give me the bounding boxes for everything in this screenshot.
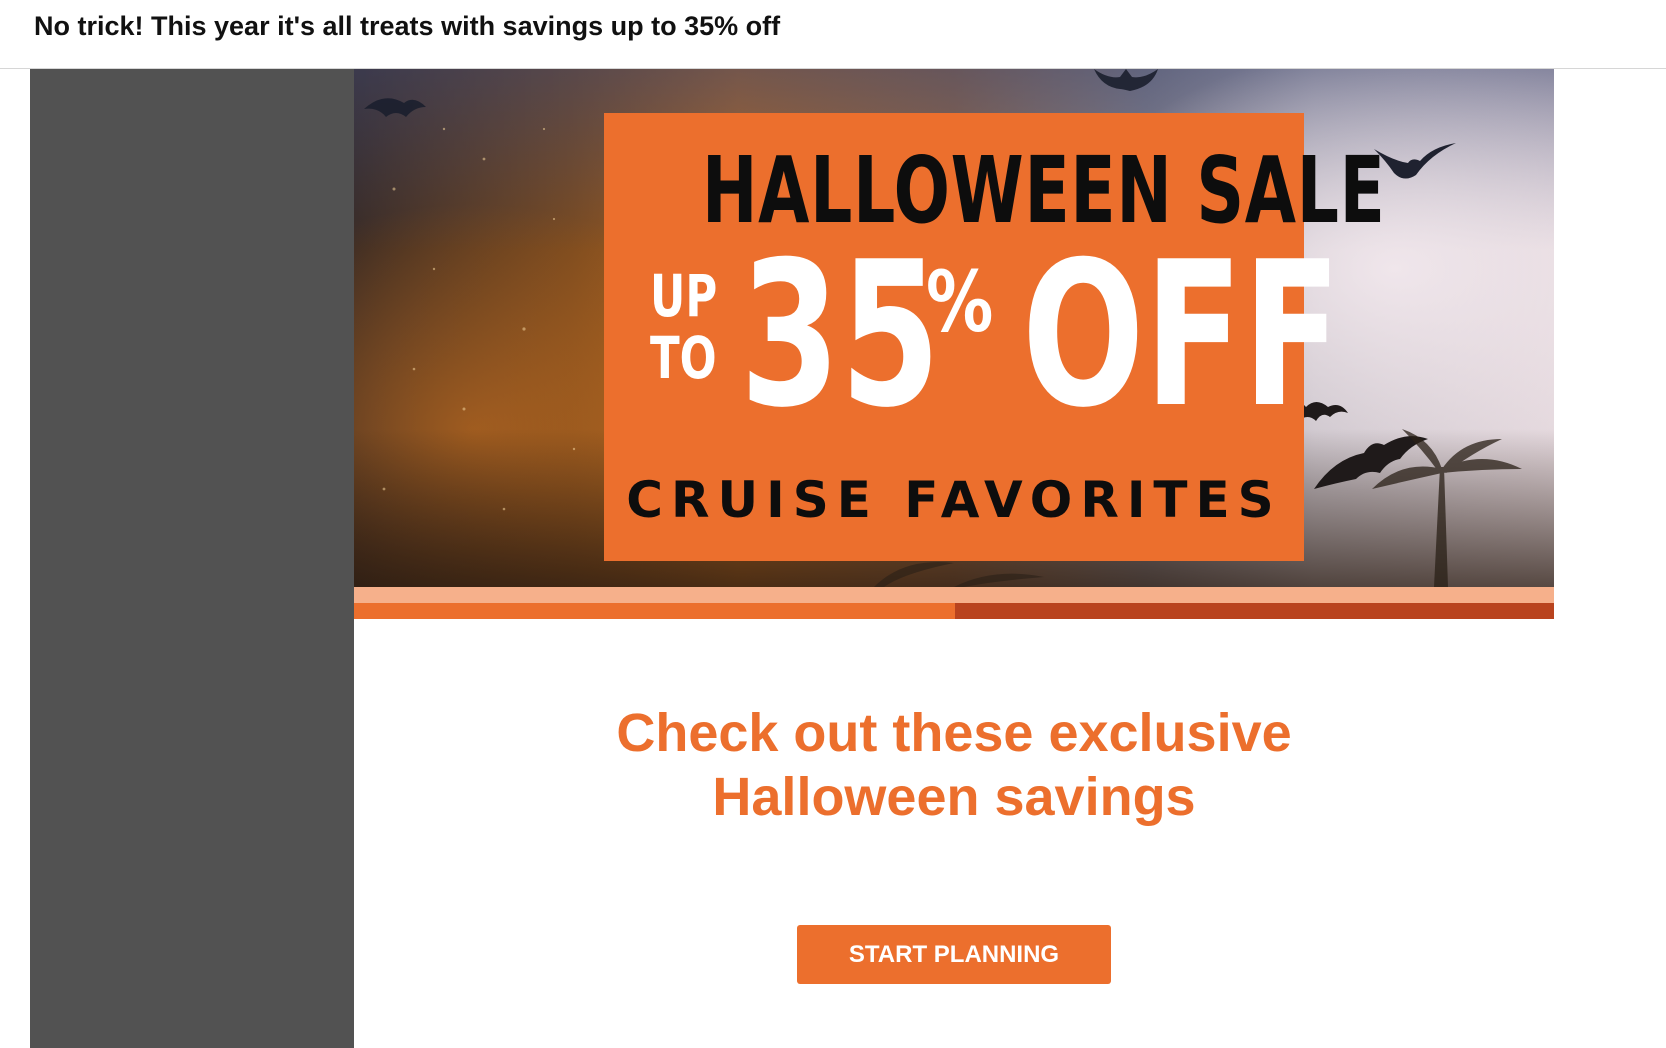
email-body: HALLOWEEN SALE UP TO 35 % OFF CRUISE FAV… <box>354 69 1554 1048</box>
bat-icon <box>364 98 426 117</box>
off-label: OFF <box>1022 219 1342 452</box>
bat-icon <box>1094 69 1158 91</box>
email-subject-bar: No trick! This year it's all treats with… <box>0 0 1666 69</box>
email-subject: No trick! This year it's all treats with… <box>34 11 781 41</box>
percent-sign: % <box>926 253 994 351</box>
start-planning-button[interactable]: START PLANNING <box>797 925 1111 984</box>
discount-number: 35 <box>740 219 941 452</box>
headline-line-1: Check out these exclusive <box>616 703 1292 763</box>
headline-line-2: Halloween savings <box>712 767 1196 827</box>
divider-stripe-orange <box>354 603 955 619</box>
hero-banner[interactable]: HALLOWEEN SALE UP TO 35 % OFF CRUISE FAV… <box>354 69 1554 587</box>
headline: Check out these exclusive Halloween savi… <box>354 701 1554 829</box>
divider-stripe-dark <box>955 603 1554 619</box>
up-to-label: UP TO <box>650 262 718 392</box>
bat-icon <box>1374 143 1456 179</box>
sale-subtitle: CRUISE FAVORITES <box>626 471 1282 529</box>
sale-badge: HALLOWEEN SALE UP TO 35 % OFF CRUISE FAV… <box>604 113 1385 561</box>
divider-stripe-light <box>354 587 1554 603</box>
